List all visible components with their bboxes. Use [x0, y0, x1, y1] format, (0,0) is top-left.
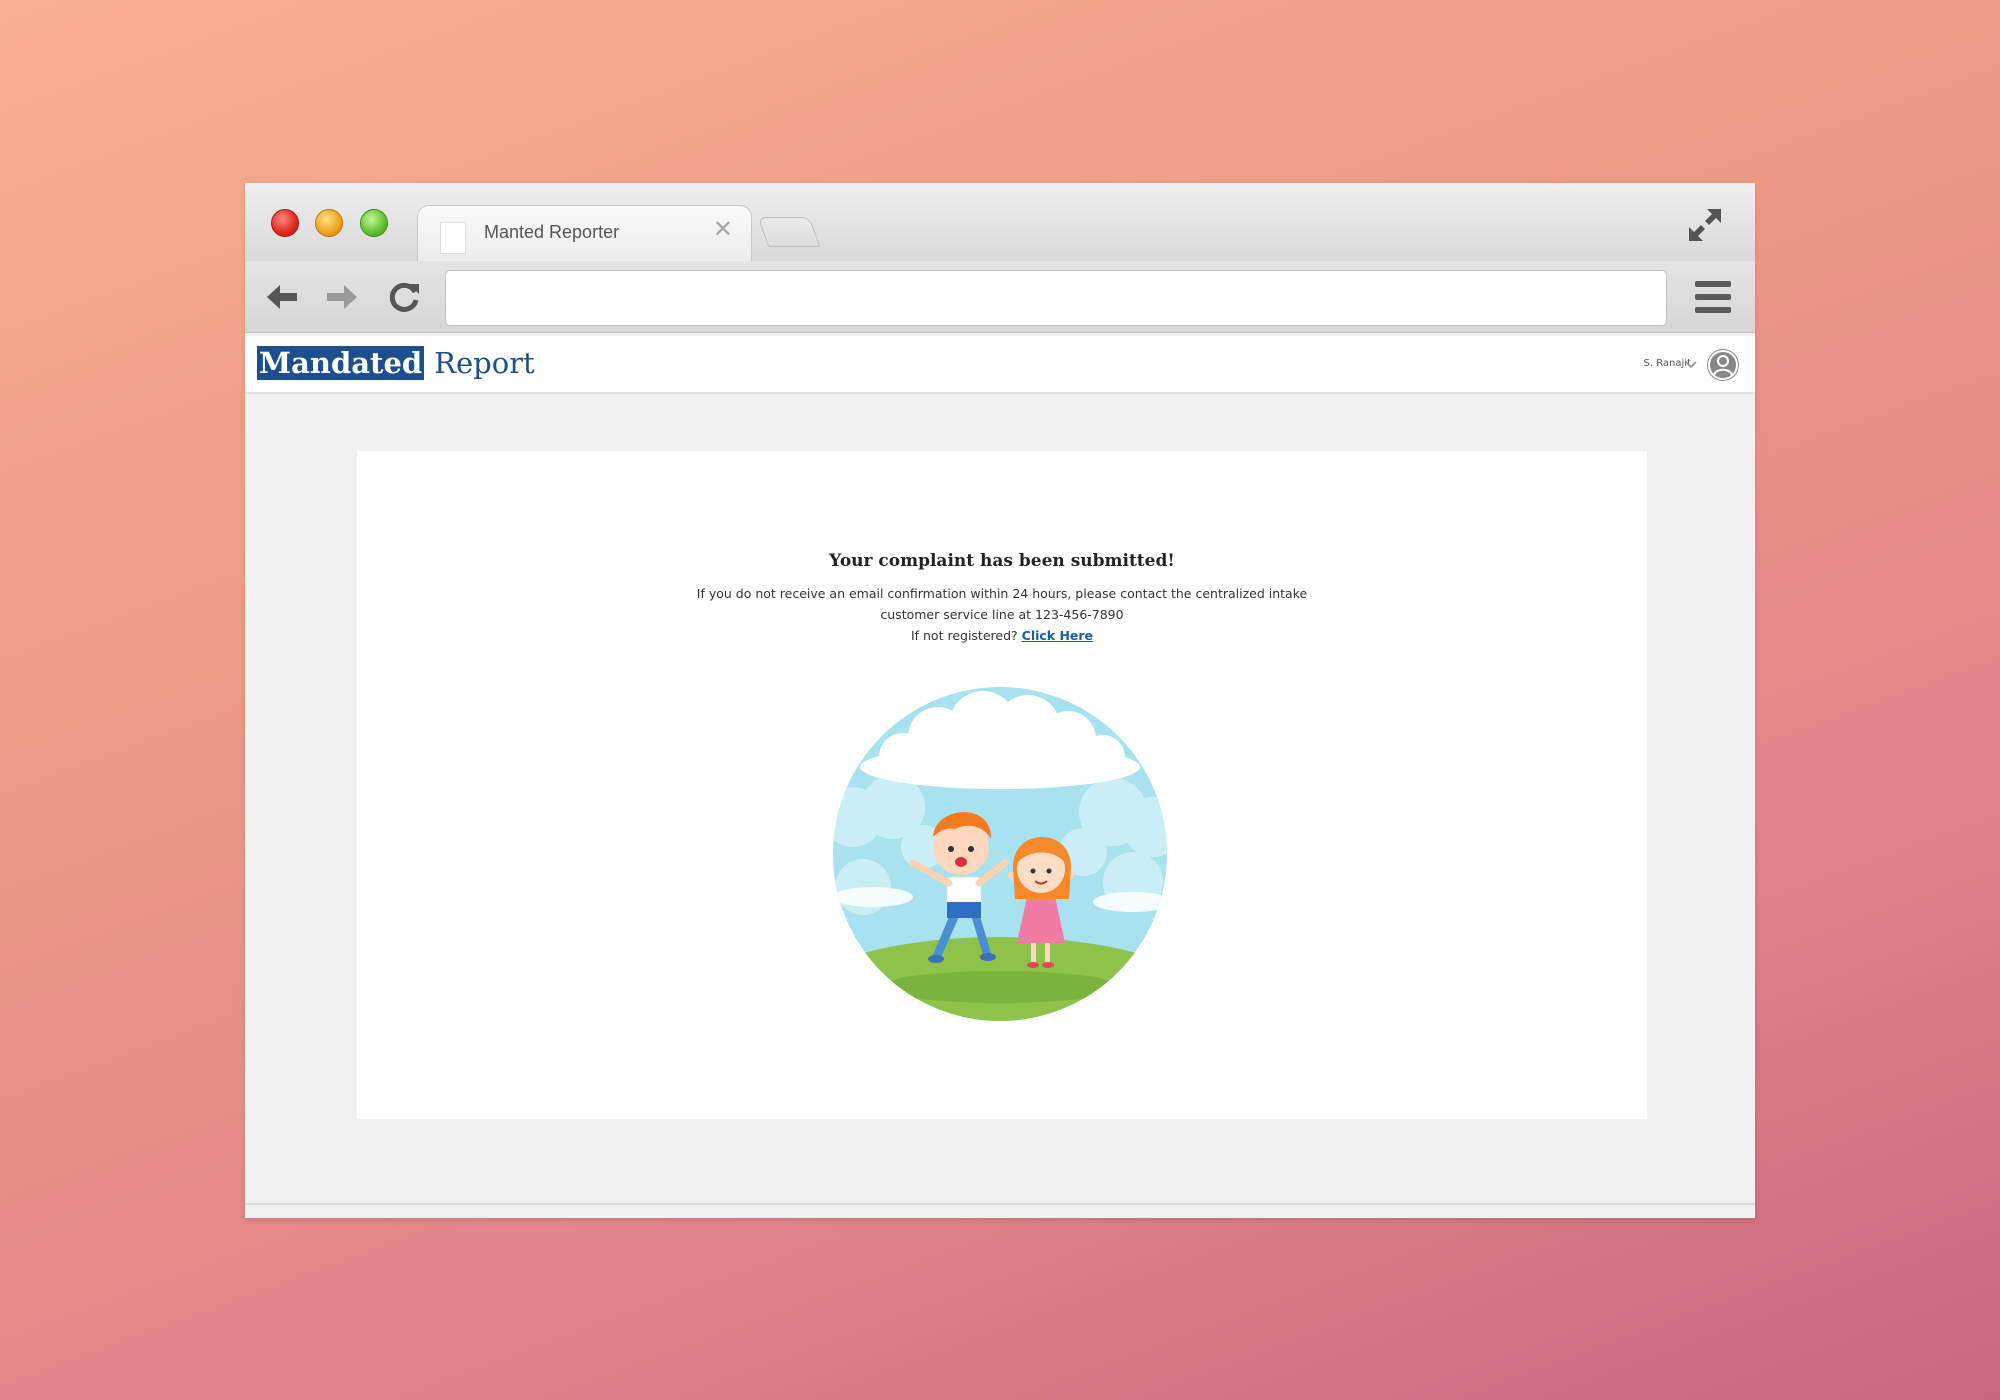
- app-logo[interactable]: Mandated Report: [257, 346, 535, 380]
- browser-titlebar: Manted Reporter ✕: [245, 183, 1755, 261]
- kids-illustration: [833, 687, 1167, 1021]
- back-arrow-icon[interactable]: [263, 278, 301, 316]
- confirmation-card: Your complaint has been submitted! If yo…: [357, 451, 1647, 1119]
- divider: [245, 1203, 1755, 1205]
- forward-arrow-icon[interactable]: [323, 278, 361, 316]
- expand-icon[interactable]: [1685, 205, 1725, 245]
- app-header: Mandated Report S. Ranajit: [245, 336, 1755, 394]
- confirmation-message: If you do not receive an email confirmat…: [357, 583, 1647, 646]
- browser-toolbar: [245, 261, 1755, 333]
- close-window-button[interactable]: [271, 209, 299, 237]
- user-icon: [1708, 350, 1738, 380]
- logo-highlight: Mandated: [257, 346, 425, 380]
- browser-tab[interactable]: Manted Reporter ✕: [417, 205, 752, 261]
- chevron-down-icon[interactable]: [1684, 357, 1698, 371]
- browser-window: Manted Reporter ✕ Mandated Report S. Rana…: [245, 183, 1755, 1218]
- tab-title: Manted Reporter: [484, 222, 620, 242]
- new-tab-button[interactable]: [757, 217, 821, 247]
- close-icon[interactable]: ✕: [713, 218, 733, 242]
- register-prompt: If not registered?: [910, 628, 1018, 643]
- minimize-window-button[interactable]: [315, 209, 343, 237]
- reload-icon[interactable]: [385, 278, 423, 316]
- register-link[interactable]: Click Here: [1022, 628, 1093, 643]
- page-icon: [440, 222, 466, 254]
- zoom-window-button[interactable]: [360, 209, 388, 237]
- message-line: If you do not receive an email confirmat…: [696, 586, 1308, 601]
- address-bar[interactable]: [445, 270, 1667, 326]
- confirmation-heading: Your complaint has been submitted!: [829, 551, 1175, 571]
- message-line: customer service line at 123-456-7890: [880, 607, 1124, 622]
- menu-icon[interactable]: [1693, 277, 1733, 317]
- logo-text: Report: [434, 346, 535, 380]
- avatar[interactable]: [1707, 349, 1739, 381]
- register-line: If not registered? Click Here: [357, 625, 1647, 646]
